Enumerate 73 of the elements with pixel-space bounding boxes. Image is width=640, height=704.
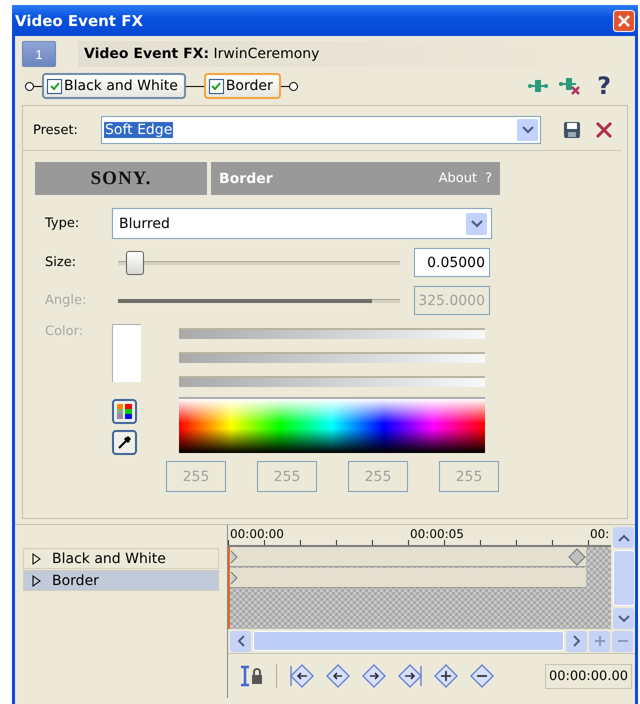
scrollbar-thumb[interactable] <box>613 550 635 606</box>
plugin-chip[interactable]: Border <box>204 73 281 99</box>
palette-icon <box>117 404 132 419</box>
value-field[interactable]: 0.05000 <box>414 248 490 277</box>
save-icon[interactable] <box>563 121 581 139</box>
slider-label: Size: <box>45 255 78 270</box>
checkbox[interactable] <box>208 78 224 94</box>
color-label: Color: <box>45 324 84 341</box>
dropdown-button[interactable] <box>466 212 487 234</box>
chain-number-button[interactable]: 1 <box>22 41 56 67</box>
expand-icon[interactable] <box>30 574 42 586</box>
previous-keyframe-icon[interactable] <box>325 663 351 689</box>
connector-dot <box>288 82 298 90</box>
track-item[interactable]: Border <box>23 570 219 591</box>
plugin-chain-icon[interactable] <box>527 78 550 94</box>
type-value: Blurred <box>119 216 170 232</box>
cursor-lock-icon[interactable] <box>238 665 264 687</box>
last-keyframe-icon[interactable] <box>397 663 423 689</box>
scroll-up-button[interactable] <box>613 527 634 548</box>
help-button[interactable]: ? <box>597 72 611 100</box>
chevron-left-icon <box>236 635 244 647</box>
chevron-icon <box>522 126 534 134</box>
time-display[interactable]: 00:00:00.00 <box>544 664 632 688</box>
scroll-left-button[interactable] <box>230 630 251 652</box>
help-link[interactable]: ? <box>485 171 492 186</box>
track-label: Black and White <box>52 550 166 566</box>
check-icon <box>211 82 222 90</box>
delete-icon[interactable] <box>595 121 613 139</box>
color-swatch <box>112 324 141 382</box>
time-label: 00:00:00 <box>230 527 284 541</box>
first-keyframe-icon[interactable] <box>289 663 315 689</box>
chevron-down-icon <box>618 614 630 622</box>
check-icon <box>50 82 60 90</box>
connector-dot <box>25 82 34 90</box>
slider-label: Angle: <box>45 293 88 308</box>
chevron-up-icon <box>618 534 630 542</box>
type-combo-box[interactable]: Blurred <box>112 208 492 239</box>
eyedropper-icon <box>117 435 132 450</box>
delete-keyframe-icon[interactable] <box>469 663 495 689</box>
window-title: Video Event FX <box>15 12 144 30</box>
color-spectrum[interactable] <box>179 397 485 453</box>
preset-combo-box[interactable]: Soft Edge <box>101 116 541 144</box>
chevron-icon <box>470 220 482 228</box>
logo: SONY. <box>35 162 207 195</box>
remove-plugin-icon[interactable] <box>558 76 582 96</box>
plugin-name: Border <box>219 170 274 186</box>
scrollbar-thumb[interactable] <box>253 631 564 651</box>
slider-thumb[interactable] <box>126 250 144 274</box>
close-icon[interactable] <box>613 10 635 32</box>
checkbox[interactable] <box>47 78 62 94</box>
plus-icon <box>594 636 604 646</box>
add-keyframe-icon[interactable] <box>433 663 459 689</box>
track-label: Border <box>52 572 99 588</box>
chevron-right-icon <box>572 635 580 647</box>
slider[interactable] <box>118 248 400 276</box>
time-label: 00: <box>590 527 610 541</box>
preset-label: Preset: <box>33 122 79 138</box>
type-label: Type: <box>45 216 80 231</box>
keyframe-icon[interactable] <box>230 570 238 584</box>
track-item[interactable]: Black and White <box>23 548 219 569</box>
scroll-right-button[interactable] <box>566 630 587 652</box>
time-label: 00:00:05 <box>410 527 464 541</box>
dropdown-button[interactable] <box>517 119 538 141</box>
preset-value[interactable]: Soft Edge <box>104 122 174 138</box>
eyedropper-button[interactable] <box>112 430 137 455</box>
header-title: Video Event FX: IrwinCeremony <box>84 46 320 62</box>
expand-icon[interactable] <box>30 552 42 564</box>
next-keyframe-icon[interactable] <box>361 663 387 689</box>
palette-button[interactable] <box>112 399 137 424</box>
scroll-down-button[interactable] <box>613 608 634 629</box>
plugin-chip[interactable]: Black and White <box>42 73 186 99</box>
keyframe-icon[interactable] <box>230 550 238 564</box>
about-link[interactable]: About <box>438 171 478 186</box>
